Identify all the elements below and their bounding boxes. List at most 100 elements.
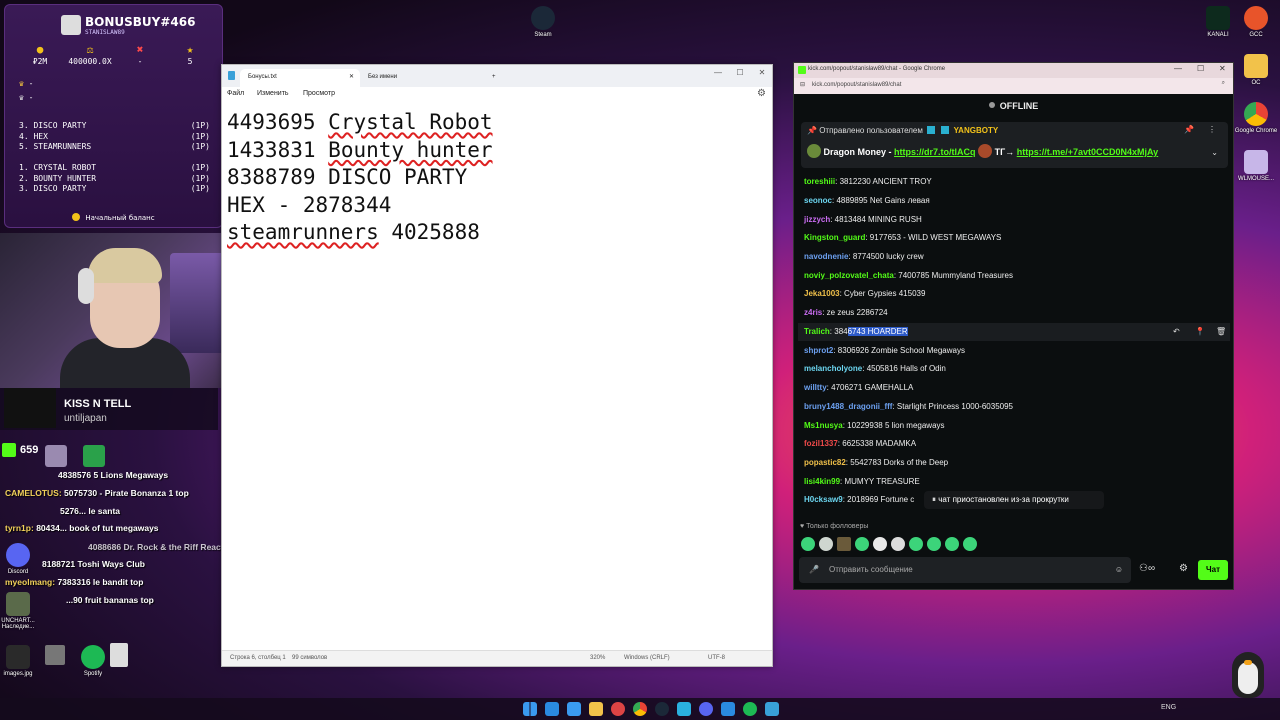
emote-icon[interactable] — [891, 537, 905, 551]
menu-view[interactable]: Просмотр — [303, 90, 335, 97]
chat-message[interactable]: lisi4kin99: MUMYY TREASURE — [804, 473, 920, 491]
desktop-icon-images[interactable]: images.jpg — [0, 645, 46, 677]
close-icon[interactable]: ✕ — [349, 73, 354, 80]
send-button[interactable]: Чат — [1198, 560, 1228, 580]
chat-message-hovered[interactable]: Tralich: 3846743 HOARDER ↶ 📍 🗑 — [798, 323, 1230, 341]
notepad-icon[interactable] — [765, 702, 779, 716]
desktop-icon-unchart[interactable]: UNCHART... Наследие... — [0, 592, 46, 630]
chrome-titlebar[interactable]: kick.com/popout/stanislaw89/chat - Googl… — [794, 63, 1233, 78]
taskview-icon[interactable] — [567, 702, 581, 716]
chat-message[interactable]: melancholyone: 4505816 Halls of Odin — [804, 360, 946, 378]
desktop-icon-wlmouse[interactable]: WLMOUSE... — [1228, 150, 1280, 182]
emote-icon[interactable] — [819, 537, 833, 551]
site-info-icon[interactable]: ⊟ — [800, 81, 805, 88]
desktop-icon-misc[interactable] — [110, 643, 128, 667]
reply-icon[interactable]: ↶ — [1173, 323, 1180, 341]
bonus-logo-icon — [61, 15, 81, 35]
chat-message[interactable]: bruny1488_dragonii_fff: Starlight Prince… — [804, 398, 1013, 416]
close-window-icon[interactable]: ✕ — [752, 68, 772, 77]
chat-message[interactable]: Jeka1003: Cyber Gypsies 415039 — [804, 285, 925, 303]
close-window-icon[interactable]: ✕ — [1219, 64, 1226, 73]
notepad-window[interactable]: Бонусы.txt ✕ Без имени + — ☐ ✕ Файл Изме… — [221, 64, 773, 667]
discord-icon[interactable] — [699, 702, 713, 716]
folder-icon[interactable] — [589, 702, 603, 716]
app-icon[interactable] — [721, 702, 735, 716]
emote-icon[interactable] — [801, 537, 815, 551]
chat-message[interactable]: z4ris: ze zeus 2286724 — [804, 304, 888, 322]
chat-paused-notice[interactable]: ⏸ чат приостановлен из-за прокрутки — [924, 491, 1104, 509]
desktop-icon-label: WLMOUSE... — [1237, 176, 1274, 182]
language-indicator[interactable]: ENG — [1161, 704, 1176, 711]
notepad-editor[interactable]: 4493695 Crystal Robot 1433831 Bounty hunt… — [227, 109, 493, 247]
desktop-icon-misc[interactable] — [45, 445, 67, 467]
start-icon[interactable] — [523, 702, 537, 716]
chat-message[interactable]: shprot2: 8306926 Zombie School Megaways — [804, 342, 965, 360]
char-count: 99 символов — [292, 655, 328, 661]
bonus-stat: ✖ - — [115, 43, 165, 66]
desktop-icon-misc[interactable] — [45, 645, 65, 665]
steam-icon[interactable] — [655, 702, 669, 716]
desktop-icon-discord[interactable]: Discord — [0, 543, 46, 575]
menu-file[interactable]: Файл — [227, 90, 244, 97]
chat-message[interactable]: navodnenie: 8774500 lucky crew — [804, 248, 924, 266]
url-text[interactable]: kick.com/popout/stanislaw89/chat — [812, 82, 901, 88]
chrome-icon[interactable] — [633, 702, 647, 716]
emote-icon[interactable] — [837, 537, 851, 551]
chat-message[interactable]: jizzych: 4813484 MINING RUSH — [804, 211, 922, 229]
chat-input[interactable]: 🎤 Отправить сообщение ☺ — [799, 557, 1131, 583]
settings-gear-icon[interactable]: ⚙ — [757, 88, 766, 99]
chevron-down-icon[interactable]: ⌄ — [1211, 148, 1218, 157]
more-options-icon[interactable]: ⋮ — [1208, 125, 1216, 134]
desktop-icon-oc[interactable]: OC — [1228, 54, 1280, 86]
bonus-title: BONUSBUY#466 — [85, 15, 196, 29]
tab-bonusy[interactable]: Бонусы.txt ✕ — [240, 69, 360, 87]
emote-icon[interactable] — [909, 537, 923, 551]
chat-message[interactable]: noviy_polzovatel_chata: 7400785 Mummylan… — [804, 267, 1013, 285]
followers-only-label: ♥ Только фолловеры — [800, 523, 869, 530]
spotify-icon[interactable] — [743, 702, 757, 716]
maximize-icon[interactable]: ☐ — [1197, 64, 1204, 73]
new-tab-button[interactable]: + — [484, 69, 504, 87]
zoom-icon[interactable]: ⌕ — [1222, 80, 1225, 87]
address-bar[interactable]: ⊟ kick.com/popout/stanislaw89/chat ⌕ — [794, 78, 1233, 94]
desktop-icon-steam[interactable]: Steam — [515, 6, 571, 38]
chrome-chat-window[interactable]: kick.com/popout/stanislaw89/chat - Googl… — [793, 62, 1234, 590]
app-icon[interactable] — [677, 702, 691, 716]
chat-message[interactable]: toreshiii: 3812230 ANCIENT TROY — [804, 173, 932, 191]
emote-icon[interactable] — [927, 537, 941, 551]
chat-message[interactable]: Kingston_guard: 9177653 - WILD WEST MEGA… — [804, 229, 1001, 247]
pinned-link[interactable]: https://dr7.to/tlACq — [894, 147, 976, 157]
pin-icon[interactable]: 📍 — [1195, 323, 1205, 341]
list-item: 5. STEAMRUNNERS (1P) — [19, 142, 210, 153]
chat-message[interactable]: seonoc: 4889895 Net Gains левая — [804, 192, 930, 210]
mic-icon[interactable]: 🎤 — [809, 557, 819, 583]
emote-icon[interactable] — [945, 537, 959, 551]
minimize-icon[interactable]: — — [708, 68, 728, 77]
pin-icon: 📌 — [807, 126, 817, 135]
emote-icon[interactable] — [873, 537, 887, 551]
chat-message[interactable]: popastic82: 5542783 Dorks of the Deep — [804, 454, 948, 472]
chat-message[interactable]: Ms1nusya: 10229938 5 lion megaways — [804, 417, 945, 435]
desktop-icon-misc[interactable] — [83, 445, 105, 467]
minimize-icon[interactable]: — — [1174, 64, 1182, 73]
user-settings-icon[interactable]: ⚇∞ — [1139, 563, 1155, 574]
chat-message[interactable]: H0cksaw9: 2018969 Fortune c — [804, 491, 914, 509]
app-icon[interactable] — [611, 702, 625, 716]
file-explorer-icon[interactable] — [545, 702, 559, 716]
desktop-icon-gcc[interactable]: GCC — [1228, 6, 1280, 38]
maximize-icon[interactable]: ☐ — [730, 68, 750, 77]
emote-icon[interactable] — [963, 537, 977, 551]
emote-icon[interactable] — [855, 537, 869, 551]
pinned-link[interactable]: https://t.me/+7avt0CCD0N4xMjAy — [1017, 147, 1158, 157]
menu-edit[interactable]: Изменить — [257, 90, 289, 97]
pin-toggle-icon[interactable]: 📌 — [1184, 125, 1194, 134]
list-item-count: (1P) — [190, 121, 210, 130]
tab-untitled[interactable]: Без имени — [360, 69, 480, 87]
desktop-icon-chrome[interactable]: Google Chrome — [1228, 102, 1280, 134]
chat-message[interactable]: willtty: 4706271 GAMEHALLA — [804, 379, 913, 397]
chat-message[interactable]: fozil1337: 6625338 MADAMKA — [804, 435, 916, 453]
notepad-titlebar[interactable]: Бонусы.txt ✕ Без имени + — ☐ ✕ — [222, 65, 772, 87]
emoji-icon[interactable]: ☺ — [1115, 557, 1123, 583]
settings-gear-icon[interactable]: ⚙ — [1179, 563, 1188, 574]
delete-icon[interactable]: 🗑 — [1216, 323, 1226, 341]
